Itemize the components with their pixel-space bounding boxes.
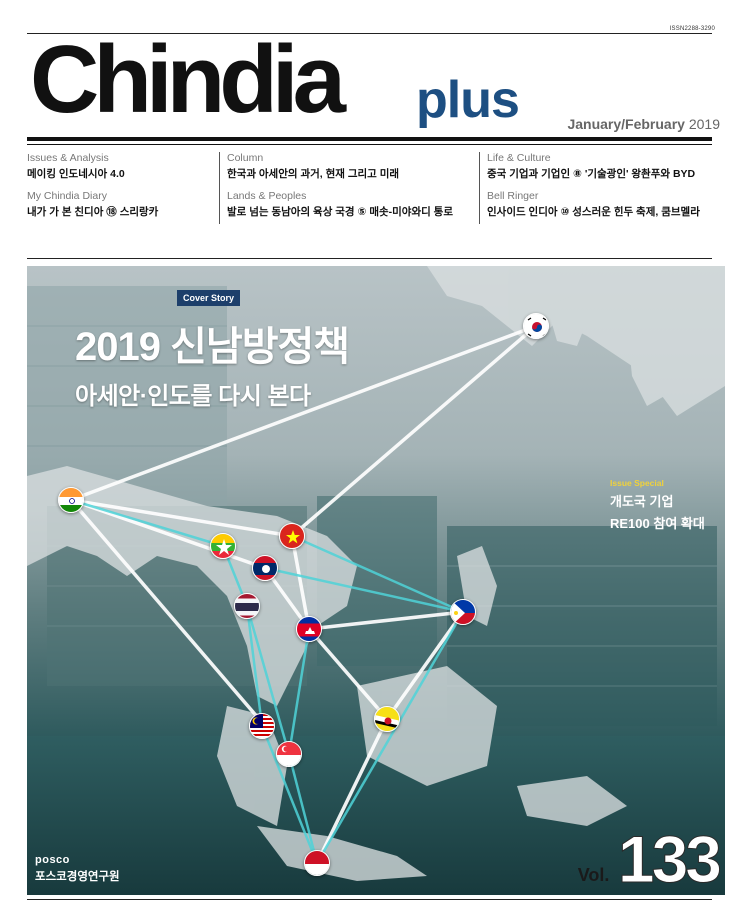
volume-label: Vol. bbox=[577, 865, 610, 885]
publisher: posco 포스코경영연구원 bbox=[35, 854, 120, 884]
bottom-rule bbox=[27, 899, 712, 900]
cambodia-flag-icon bbox=[296, 616, 322, 642]
toc-category: Life & Culture bbox=[487, 152, 551, 164]
myanmar-flag-icon bbox=[210, 533, 236, 559]
toc-title: 한국과 아세안의 과거, 현재 그리고 미래 bbox=[227, 168, 400, 180]
indonesia-flag-icon bbox=[304, 850, 330, 876]
volume-value: 133 bbox=[617, 822, 722, 895]
toc-column-2: Column 한국과 아세안의 과거, 현재 그리고 미래 Lands & Pe… bbox=[219, 152, 475, 224]
toc-category: My Chindia Diary bbox=[27, 190, 107, 202]
toc-title: 발로 넘는 동남아의 육상 국경 ⑤ 매솟-미야와디 통로 bbox=[227, 206, 454, 218]
posco-logo: posco bbox=[35, 854, 70, 866]
malaysia-flag-icon bbox=[249, 713, 275, 739]
issue-month: January/February bbox=[567, 116, 685, 132]
toc-item[interactable]: Life & Culture 중국 기업과 기업인 ⑧ '기술광인' 왕촨푸와 … bbox=[487, 152, 695, 181]
issue-date: January/February 2019 bbox=[567, 116, 720, 132]
toc-title: 인사이드 인디아 ⑩ 성스러운 힌두 축제, 쿰브멜라 bbox=[487, 206, 700, 218]
issue-special-tag: Issue Special bbox=[610, 478, 664, 488]
issue-special-line-1: 개도국 기업 bbox=[610, 494, 674, 509]
toc-category: Bell Ringer bbox=[487, 190, 539, 202]
issue-year: 2019 bbox=[688, 116, 720, 132]
issue-special-line-2: RE100 참여 확대 bbox=[610, 516, 705, 531]
toc-item[interactable]: Bell Ringer 인사이드 인디아 ⑩ 성스러운 힌두 축제, 쿰브멜라 bbox=[487, 190, 700, 219]
cover-image: Cover Story 2019 신남방정책 아세안·인도를 다시 본다 Iss… bbox=[27, 266, 725, 895]
cover-story-badge: Cover Story bbox=[177, 290, 241, 306]
toc-category: Lands & Peoples bbox=[227, 190, 307, 202]
magazine-title-plus: plus bbox=[416, 71, 520, 129]
magazine-title: Chindia bbox=[30, 26, 346, 133]
cover-headline: 2019 신남방정책 bbox=[75, 325, 350, 369]
thailand-flag-icon bbox=[234, 593, 260, 619]
toc-column-1: Issues & Analysis 메이킹 인도네시아 4.0 My Chind… bbox=[27, 152, 212, 224]
issue-special: Issue Special 개도국 기업 RE100 참여 확대 bbox=[610, 478, 705, 532]
india-flag-icon bbox=[58, 487, 84, 513]
toc-item[interactable]: Lands & Peoples 발로 넘는 동남아의 육상 국경 ⑤ 매솟-미야… bbox=[227, 190, 453, 219]
toc-category: Column bbox=[227, 152, 264, 164]
table-of-contents: Issues & Analysis 메이킹 인도네시아 4.0 My Chind… bbox=[27, 152, 712, 224]
toc-item[interactable]: Column 한국과 아세안의 과거, 현재 그리고 미래 bbox=[227, 152, 399, 181]
toc-title: 중국 기업과 기업인 ⑧ '기술광인' 왕촨푸와 BYD bbox=[487, 168, 696, 180]
vietnam-flag-icon bbox=[279, 523, 305, 549]
toc-rule bbox=[27, 258, 712, 259]
masthead: Chindia plus January/February 2019 bbox=[30, 26, 720, 133]
philippines-flag-icon bbox=[450, 599, 476, 625]
masthead-rule-thick bbox=[27, 137, 712, 141]
toc-item[interactable]: Issues & Analysis 메이킹 인도네시아 4.0 bbox=[27, 152, 125, 181]
cover-subheadline: 아세안·인도를 다시 본다 bbox=[75, 383, 311, 410]
masthead-rule-thin bbox=[27, 144, 712, 145]
toc-column-3: Life & Culture 중국 기업과 기업인 ⑧ '기술광인' 왕촨푸와 … bbox=[479, 152, 713, 224]
toc-item[interactable]: My Chindia Diary 내가 가 본 친디아 ⑱ 스리랑카 bbox=[27, 190, 158, 219]
toc-title: 메이킹 인도네시아 4.0 bbox=[27, 168, 125, 180]
laos-flag-icon bbox=[252, 555, 278, 581]
toc-category: Issues & Analysis bbox=[27, 152, 109, 164]
singapore-flag-icon bbox=[276, 741, 302, 767]
korea-flag-icon bbox=[523, 313, 549, 339]
publisher-name: 포스코경영연구원 bbox=[35, 871, 120, 883]
brunei-flag-icon bbox=[374, 706, 400, 732]
volume-number: Vol. 133 bbox=[577, 822, 723, 895]
toc-title: 내가 가 본 친디아 ⑱ 스리랑카 bbox=[27, 206, 159, 218]
